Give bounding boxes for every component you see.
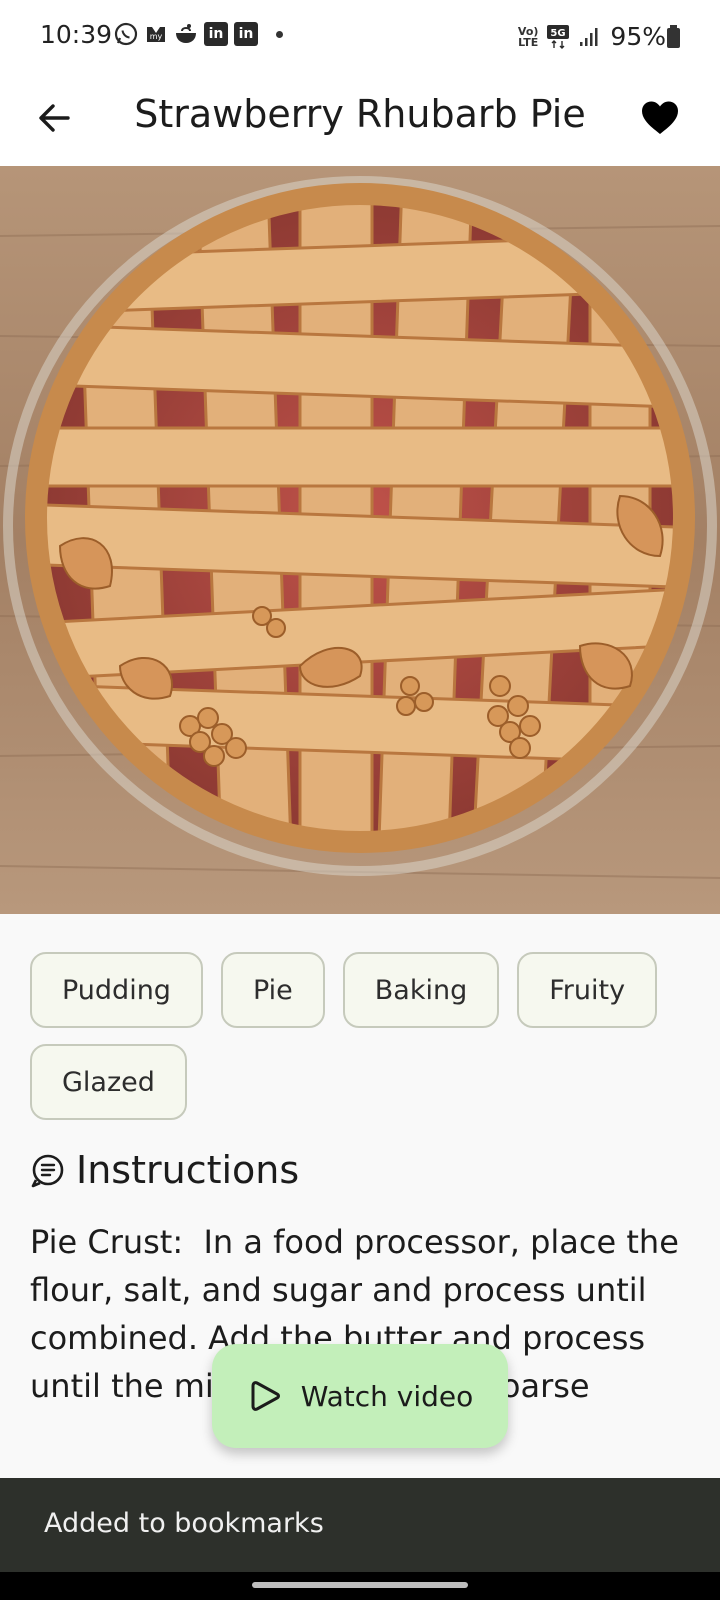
battery-percent: 95% <box>610 22 666 51</box>
pie-illustration <box>0 166 720 914</box>
whatsapp-icon <box>114 22 138 46</box>
tag-chips: Pudding Pie Baking Fruity Glazed <box>30 952 700 1120</box>
instructions-title: Instructions <box>76 1148 300 1192</box>
snackbar: Added to bookmarks <box>0 1478 720 1572</box>
tag-chip[interactable]: Pudding <box>30 952 203 1028</box>
svg-text:my: my <box>150 32 163 41</box>
watch-video-button[interactable]: Watch video <box>212 1344 508 1448</box>
instructions-header: Instructions <box>30 1148 299 1192</box>
battery-icon <box>667 25 680 48</box>
tag-chip[interactable]: Fruity <box>517 952 658 1028</box>
app-bar: Strawberry Rhubarb Pie <box>0 74 720 166</box>
tag-chip[interactable]: Pie <box>220 952 325 1028</box>
bookmark-button[interactable] <box>630 88 690 148</box>
linkedin-icon: in <box>234 22 258 46</box>
status-time: 10:39 <box>40 20 113 49</box>
linkedin-icon: in <box>204 22 228 46</box>
notification-icons: my in in <box>114 22 283 46</box>
snackbar-message: Added to bookmarks <box>44 1508 324 1539</box>
system-status: Vo) LTE 5G 95% <box>518 22 666 51</box>
recipe-image <box>0 166 720 914</box>
chef-hat-icon <box>31 1154 64 1188</box>
more-notifications-dot <box>276 30 283 38</box>
home-gesture-handle[interactable] <box>252 1582 468 1588</box>
svg-text:5G: 5G <box>551 28 566 39</box>
volte-icon: Vo) LTE <box>517 24 539 49</box>
tag-chip[interactable]: Baking <box>342 952 500 1028</box>
page-title: Strawberry Rhubarb Pie <box>134 92 586 136</box>
play-circle-icon <box>251 1381 280 1411</box>
network-5g-icon: 5G <box>546 24 570 49</box>
heart-filled-icon <box>642 101 678 134</box>
swiggy-icon <box>174 22 198 46</box>
watch-video-label: Watch video <box>300 1379 474 1413</box>
status-bar: 10:39 my in in Vo) LTE 5G 95% <box>0 0 720 74</box>
tag-chip[interactable]: Glazed <box>30 1044 187 1120</box>
signal-icon <box>578 25 602 49</box>
myntra-icon: my <box>144 22 168 46</box>
system-nav-bar <box>0 1572 720 1600</box>
